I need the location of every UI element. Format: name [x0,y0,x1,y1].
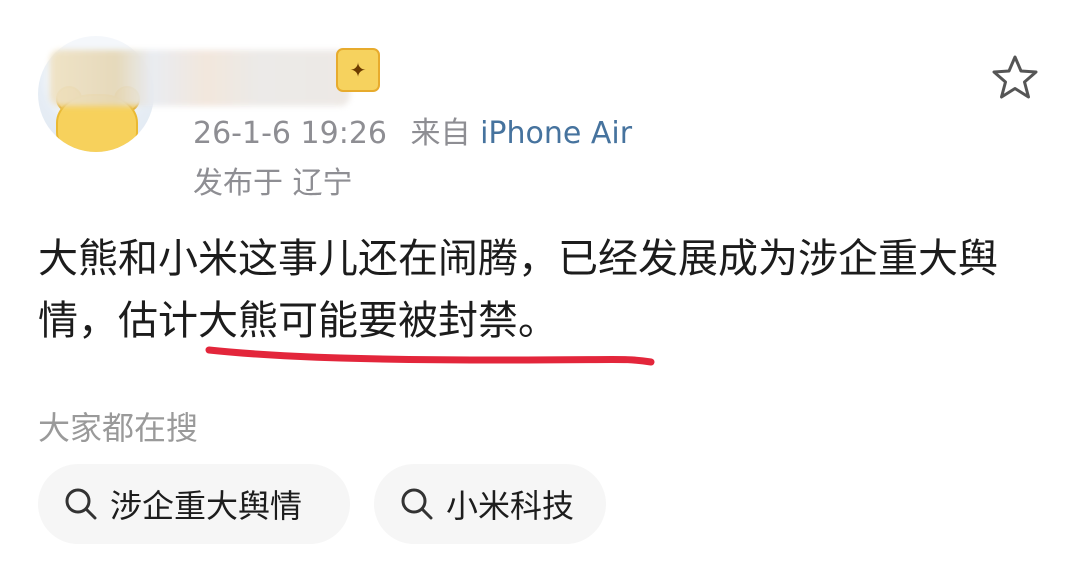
hot-search-chip[interactable]: 小米科技 [374,464,606,544]
vip-badge-icon: ✦ [336,48,380,92]
device-link[interactable]: iPhone Air [480,116,632,151]
post-content: 大熊和小米这事儿还在闹腾，已经发展成为涉企重大舆情，估计大熊可能要被封禁。 [38,228,1048,352]
post-location: 发布于 辽宁 [193,166,353,201]
hot-search-chip[interactable]: 涉企重大舆情 [38,464,350,544]
post-time: 26-1-6 19:26 [193,116,387,151]
search-icon [65,488,97,520]
hot-search-title: 大家都在搜 [38,409,199,447]
red-underline [205,346,655,366]
hot-search-chip-label: 小米科技 [446,487,575,525]
star-icon[interactable] [990,52,1040,102]
blurred-username[interactable] [50,50,350,106]
post-from: 来自 [410,116,471,151]
post-meta: 26-1-6 19:26 来自 iPhone Air [193,108,632,152]
search-icon [401,488,433,520]
hot-search-chip-label: 涉企重大舆情 [110,487,303,525]
